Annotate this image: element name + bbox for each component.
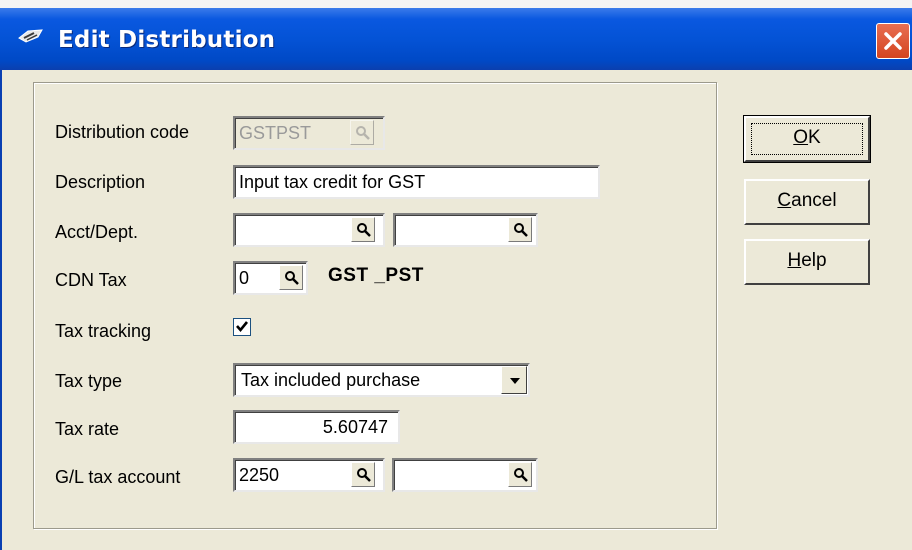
- help-button[interactable]: Help: [744, 239, 870, 285]
- gl-dept-lookup-button[interactable]: [508, 462, 532, 487]
- magnifier-icon: [514, 223, 528, 237]
- description-label: Description: [55, 172, 146, 192]
- magnifier-icon: [514, 468, 528, 482]
- checkmark-icon: [236, 321, 249, 333]
- tax-type-label: Tax type: [55, 371, 123, 391]
- gl-tax-account-label: G/L tax account: [55, 467, 181, 487]
- description-value: Input tax credit for GST: [239, 172, 426, 192]
- cancel-button[interactable]: Cancel: [744, 179, 870, 225]
- cdn-tax-name: GST _PST: [328, 265, 424, 286]
- tax-rate-field[interactable]: 5.60747: [233, 410, 400, 444]
- close-button[interactable]: [876, 23, 910, 59]
- magnifier-icon: [357, 223, 371, 237]
- tax-type-value: Tax included purchase: [241, 370, 421, 390]
- acct-dept-label: Acct/Dept.: [55, 222, 139, 242]
- tax-type-dropdown-button[interactable]: [501, 366, 527, 394]
- ok-mnemonic: O: [793, 127, 809, 148]
- dept-lookup-button[interactable]: [508, 217, 532, 242]
- cdn-tax-label: CDN Tax: [55, 270, 127, 290]
- ok-button-label: OK: [793, 127, 820, 148]
- cancel-button-label: Cancel: [777, 190, 836, 211]
- ok-button[interactable]: OK: [743, 115, 871, 163]
- screen-top-strip: [0, 0, 912, 8]
- acct-lookup-button[interactable]: [351, 217, 375, 242]
- cdn-tax-value: 0: [239, 268, 250, 288]
- magnifier-icon: [285, 271, 299, 285]
- distribution-code-value: GSTPST: [239, 123, 312, 143]
- gl-tax-account-value: 2250: [239, 465, 280, 485]
- help-label-rest: elp: [801, 250, 827, 271]
- window-border: [0, 70, 2, 550]
- gl-account-lookup-button[interactable]: [351, 462, 375, 487]
- title-bar[interactable]: Edit Distribution: [0, 8, 912, 70]
- help-mnemonic: H: [787, 250, 802, 271]
- window-title: Edit Distribution: [58, 27, 276, 53]
- description-field[interactable]: Input tax credit for GST: [233, 165, 600, 199]
- tax-tracking-label: Tax tracking: [55, 321, 152, 341]
- app-icon: [18, 28, 44, 44]
- tax-rate-value: 5.60747: [322, 417, 388, 437]
- distribution-code-label: Distribution code: [55, 122, 190, 142]
- magnifier-icon: [357, 468, 371, 482]
- cdn-tax-lookup-button[interactable]: [279, 265, 303, 290]
- ok-label-rest: K: [808, 127, 821, 148]
- close-icon: [884, 32, 902, 50]
- magnifier-icon: [356, 126, 370, 140]
- tax-tracking-checkbox[interactable]: [233, 318, 251, 336]
- chevron-down-icon: [510, 378, 520, 384]
- help-button-label: Help: [787, 250, 826, 271]
- cancel-label-rest: ancel: [791, 190, 837, 211]
- distribution-code-lookup-button: [350, 120, 374, 145]
- tax-rate-label: Tax rate: [55, 419, 120, 439]
- tax-type-select[interactable]: Tax included purchase: [233, 363, 530, 397]
- cancel-mnemonic: C: [777, 190, 792, 211]
